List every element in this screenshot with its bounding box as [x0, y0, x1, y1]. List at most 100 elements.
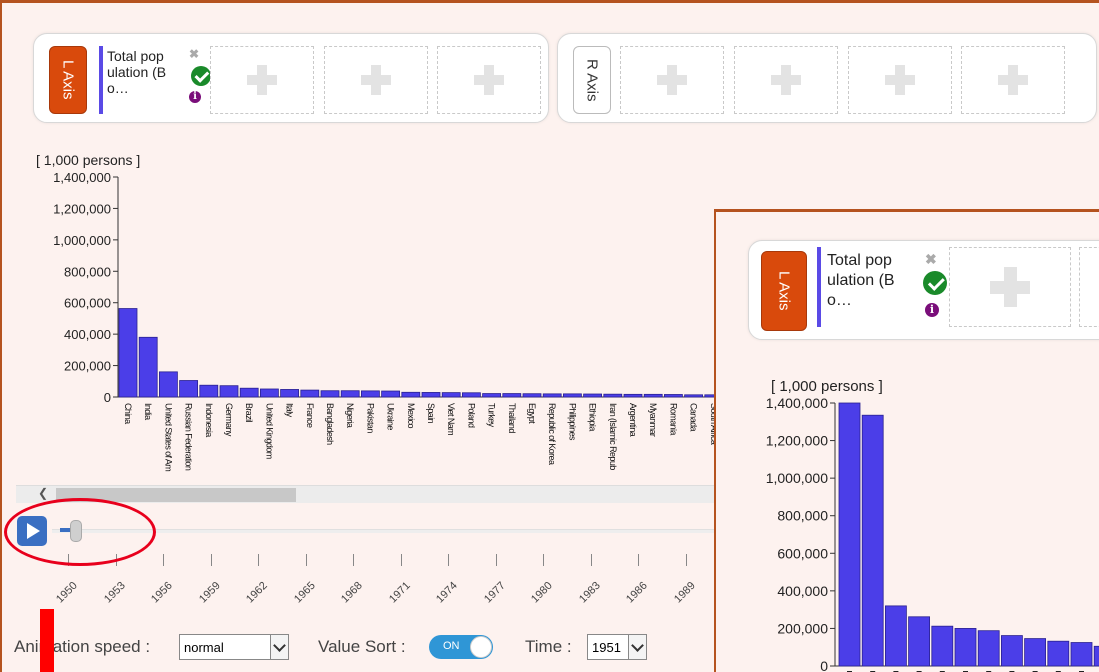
y-tick-label: 1,200,000 [766, 433, 828, 449]
overlay-check-icon [923, 271, 947, 295]
unit-label: [ 1,000 persons ] [36, 152, 140, 168]
add-series-slot[interactable] [734, 46, 838, 114]
unit-label: [ 1,000 persons ] [771, 378, 883, 395]
bar[interactable] [381, 390, 401, 398]
bar[interactable] [542, 393, 562, 398]
category-label: Indonesia [204, 403, 214, 437]
bar[interactable] [884, 605, 907, 667]
bar[interactable] [138, 336, 158, 398]
category-label: Myanmar [648, 403, 658, 437]
check-icon [191, 66, 211, 86]
bar[interactable] [259, 388, 279, 398]
bar[interactable] [838, 402, 861, 667]
category-label: Thailand [507, 403, 517, 433]
series-card-total-population[interactable]: Total pop ulation (B o… ✖ i [99, 46, 211, 114]
bar[interactable] [360, 390, 380, 398]
year-tick [543, 554, 544, 566]
year-tick [685, 554, 687, 566]
overlay-info-icon[interactable]: i [925, 303, 939, 317]
overlay-left-axis-tab-label: L Axis [775, 271, 793, 311]
bar[interactable] [664, 394, 683, 398]
overlay-remove-series-icon[interactable]: ✖ [925, 251, 937, 268]
bar[interactable] [482, 393, 502, 398]
remove-series-icon[interactable]: ✖ [189, 47, 199, 61]
category-label: Ukraine [386, 403, 396, 430]
scroll-left-icon[interactable]: ❮ [38, 486, 48, 500]
bar[interactable] [977, 630, 1000, 667]
bar[interactable] [563, 393, 582, 398]
bar[interactable] [1024, 638, 1047, 667]
y-tick-label: 600,000 [64, 296, 111, 311]
overlay-add-series-slot[interactable] [1079, 247, 1099, 327]
category-label: Nigeria [345, 403, 355, 428]
left-axis-tab[interactable]: L Axis [49, 46, 87, 114]
bar[interactable] [1000, 635, 1023, 667]
plus-icon [474, 65, 504, 95]
info-icon[interactable]: i [189, 91, 201, 103]
bar[interactable] [118, 308, 138, 398]
y-tick-label: 1,200,000 [53, 201, 111, 216]
bar[interactable] [583, 393, 602, 398]
animation-speed-label: Animation speed : [14, 637, 151, 656]
y-tick-label: 1,000,000 [766, 470, 828, 486]
bar[interactable] [684, 394, 703, 398]
bar[interactable] [603, 393, 623, 398]
bar[interactable] [219, 385, 239, 398]
series-label-line3: o… [107, 80, 129, 96]
overlay-add-series-slot[interactable] [949, 247, 1071, 327]
animation-speed-select[interactable]: normal [179, 634, 289, 660]
bar[interactable] [158, 371, 178, 398]
bar[interactable] [179, 380, 199, 398]
bar[interactable] [441, 392, 461, 398]
bar[interactable] [280, 389, 300, 398]
bar[interactable] [421, 392, 441, 398]
overlay-series-label-line3: o… [827, 292, 852, 309]
category-label: Argentina [628, 403, 638, 437]
y-tick-label: 400,000 [64, 327, 111, 342]
bar[interactable] [461, 392, 481, 398]
bar[interactable] [861, 414, 884, 667]
category-label: Brazil [244, 403, 254, 423]
bar[interactable] [623, 393, 643, 398]
bar[interactable] [401, 391, 421, 398]
add-series-slot[interactable] [848, 46, 952, 114]
bar[interactable] [239, 387, 259, 398]
bar[interactable] [300, 389, 320, 398]
category-label: Germany [224, 403, 234, 437]
bar[interactable] [931, 625, 954, 667]
add-series-slot[interactable] [961, 46, 1065, 114]
category-label: Mexico [406, 403, 416, 429]
add-series-slot[interactable] [437, 46, 541, 114]
bar[interactable] [908, 616, 931, 667]
year-label: 1968 [339, 579, 365, 606]
year-tick [448, 554, 449, 566]
y-tick-label: 0 [820, 658, 828, 672]
add-series-slot[interactable] [324, 46, 428, 114]
add-series-slot[interactable] [620, 46, 724, 114]
bar[interactable] [340, 390, 360, 398]
bar[interactable] [954, 628, 977, 667]
bar[interactable] [320, 390, 340, 398]
bar[interactable] [522, 393, 542, 398]
value-sort-toggle[interactable]: ON [429, 635, 493, 659]
bar[interactable] [199, 384, 219, 398]
add-series-slot[interactable] [210, 46, 314, 114]
category-label: Egypt [527, 403, 537, 424]
bar[interactable] [1093, 645, 1099, 667]
time-value: 1951 [592, 640, 621, 655]
plus-icon [657, 65, 687, 95]
bar[interactable] [704, 394, 714, 398]
bar[interactable] [502, 393, 522, 398]
bar[interactable] [1070, 642, 1093, 667]
overlay-series-card[interactable]: Total pop ulation (B o… ✖ i [817, 247, 947, 327]
y-tick-label: 800,000 [64, 264, 111, 279]
horizontal-scrollbar[interactable]: ❮ [16, 485, 722, 503]
bar[interactable] [1047, 640, 1070, 667]
overlay-left-axis-tab[interactable]: L Axis [761, 251, 807, 331]
category-label: Russian Federation [184, 403, 194, 471]
y-tick-label: 600,000 [777, 545, 828, 561]
time-select[interactable]: 1951 [587, 634, 647, 660]
bar[interactable] [643, 393, 663, 398]
category-label: Ethiopia [588, 403, 598, 431]
right-axis-tab[interactable]: R Axis [573, 46, 611, 114]
